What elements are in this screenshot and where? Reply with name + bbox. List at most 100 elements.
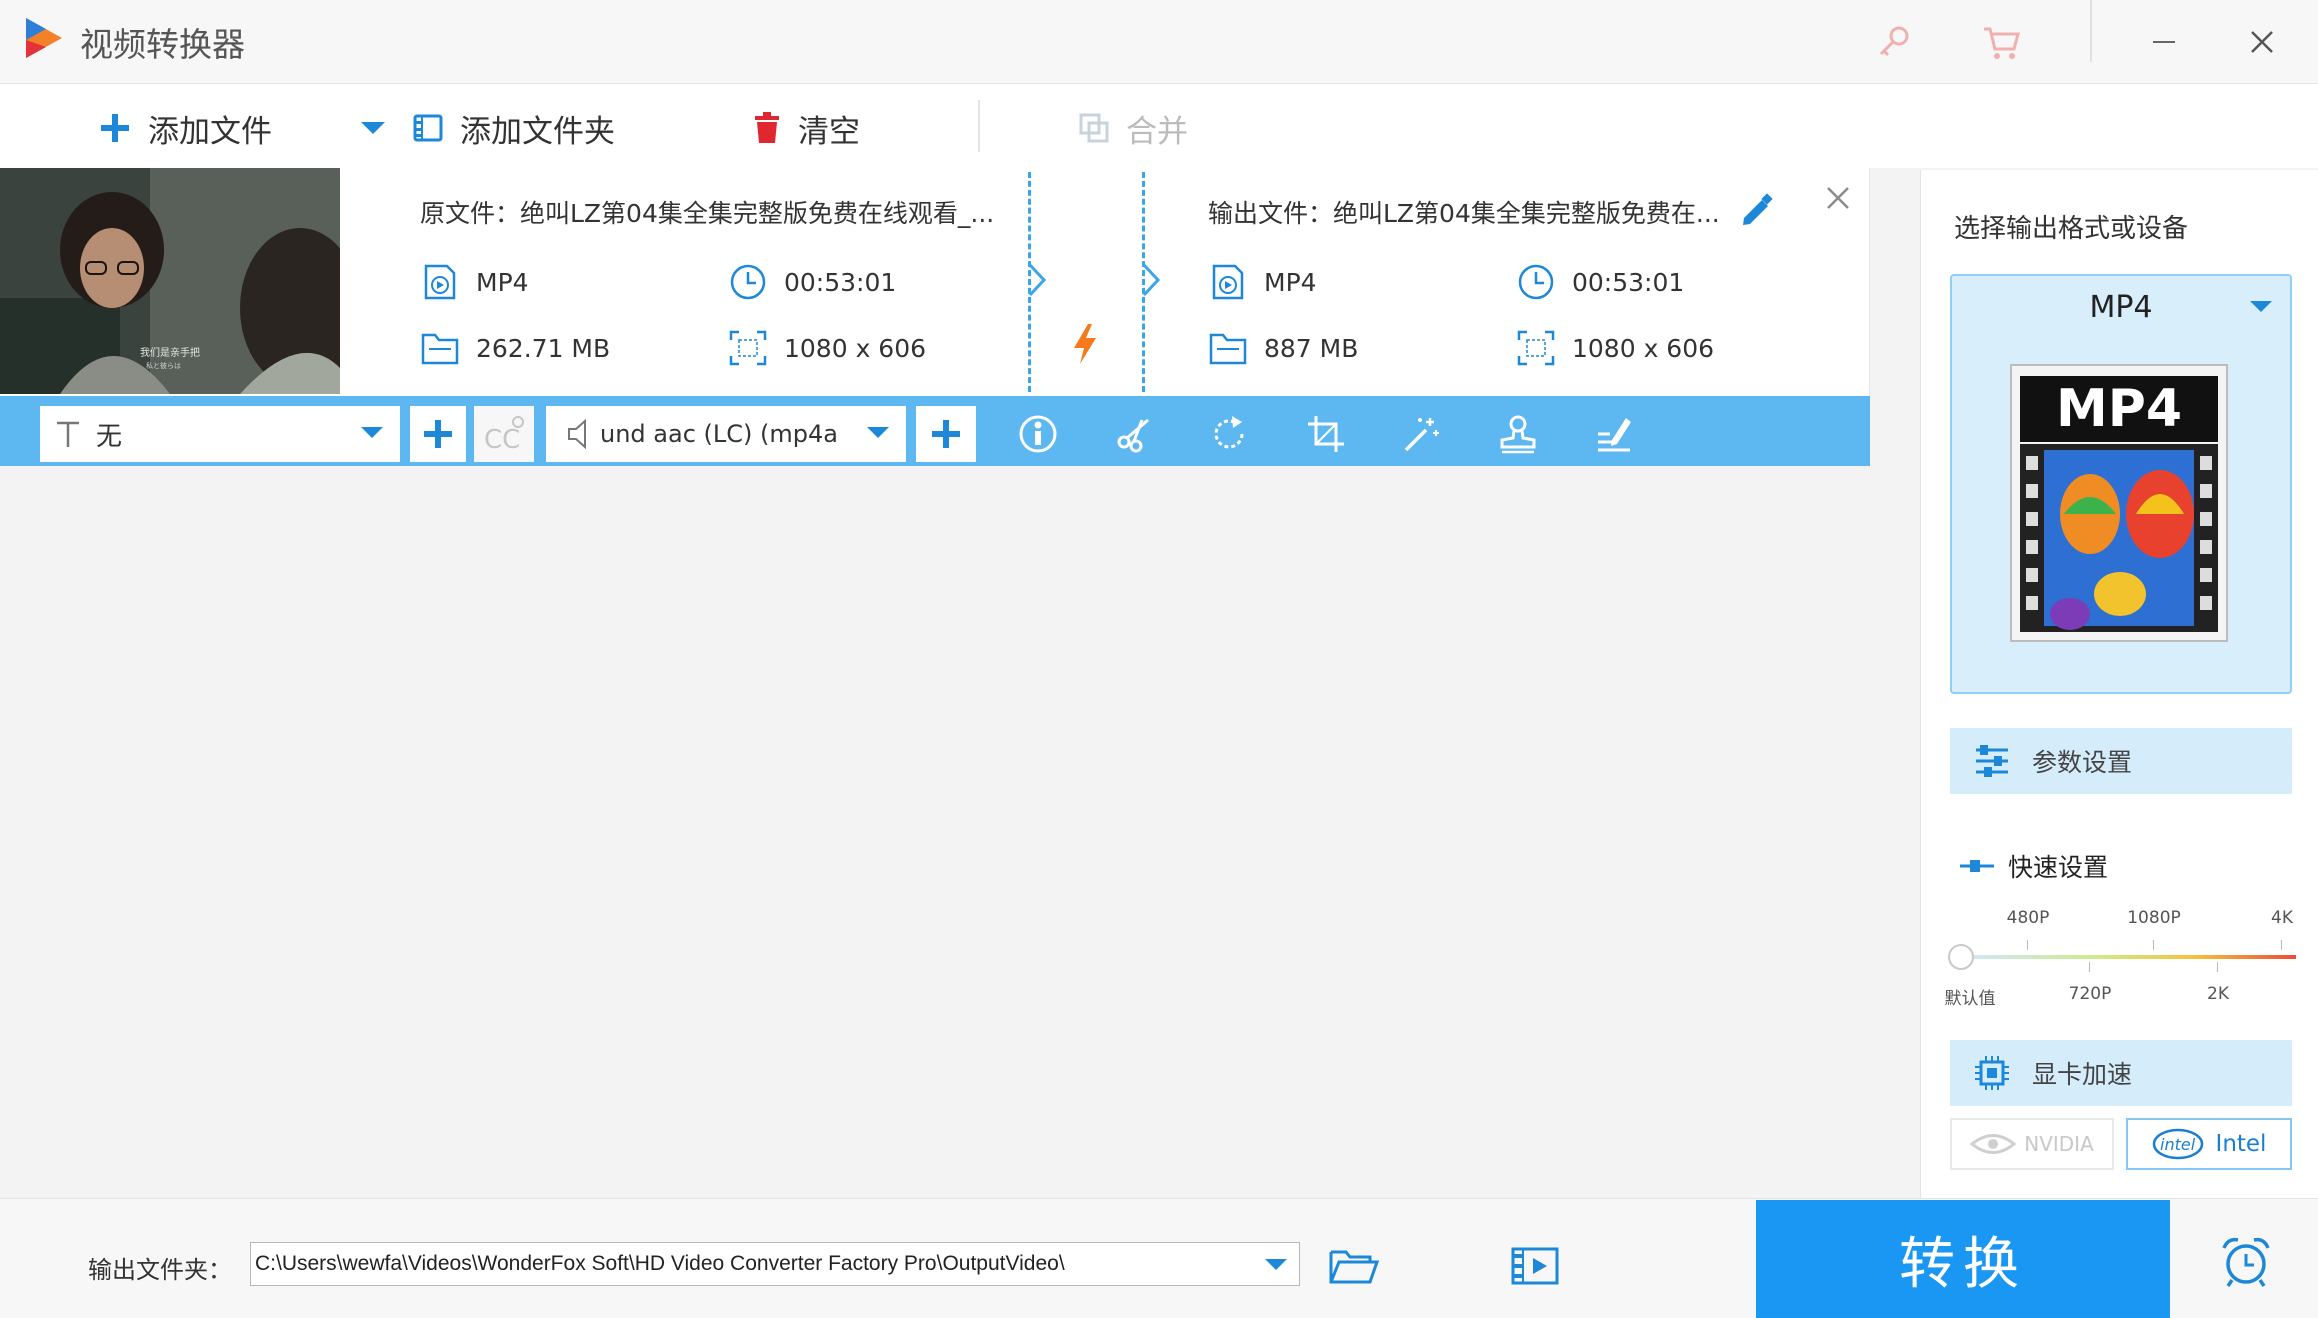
output-folder-combobox[interactable]: C:\Users\wewfa\Videos\WonderFox Soft\HD …: [250, 1242, 1300, 1286]
quality-slider-track[interactable]: [1960, 955, 2296, 959]
register-key-button[interactable]: [1866, 14, 1922, 70]
audio-track-select[interactable]: und aac (LC) (mp4a: [546, 406, 906, 462]
quality-label-default: 默认值: [1944, 989, 1996, 1009]
title-separator: [2090, 0, 2092, 62]
quality-tick: [2153, 940, 2154, 950]
merge-button[interactable]: 合并: [1078, 104, 1188, 152]
intel-button[interactable]: intel Intel: [2126, 1118, 2292, 1170]
video-folder-icon[interactable]: [1510, 1244, 1560, 1288]
clock-icon: [1516, 262, 1556, 302]
info-icon: [1019, 415, 1057, 453]
add-folder-button[interactable]: 添加文件夹: [412, 104, 615, 152]
chevron-right-icon: [1028, 263, 1047, 297]
caret-down-icon[interactable]: [1263, 1253, 1289, 1275]
minimize-button[interactable]: [2136, 14, 2192, 70]
cart-icon: [1984, 27, 2020, 59]
source-size: 262.71 MB: [476, 333, 611, 363]
output-size-row: 887 MB: [1208, 328, 1358, 368]
resolution-icon: [1516, 328, 1556, 368]
close-button[interactable]: [2234, 14, 2290, 70]
quick-settings-title: 快速设置: [1960, 848, 2108, 884]
rotate-button[interactable]: [1204, 408, 1256, 460]
parameter-settings-button[interactable]: 参数设置: [1950, 728, 2292, 794]
info-button[interactable]: [1012, 408, 1064, 460]
nvidia-eye-icon: [1970, 1134, 2017, 1154]
convert-button[interactable]: 转换: [1756, 1200, 2170, 1318]
video-file-icon: [1208, 262, 1248, 302]
resolution-icon: [728, 328, 768, 368]
cc-settings-button[interactable]: CC: [474, 406, 534, 462]
slider-icon: [1960, 856, 1994, 876]
quality-slider-knob[interactable]: [1948, 944, 1974, 970]
plus-icon: [932, 420, 960, 448]
add-file-button[interactable]: 添加文件: [98, 104, 272, 152]
subtitle-edit-button[interactable]: [1588, 408, 1640, 460]
film-folder-icon: [412, 112, 444, 144]
output-format-row: MP4: [1208, 262, 1317, 302]
mp4-format-icon: MP4: [2010, 364, 2228, 642]
subtitle-value: 无: [96, 421, 123, 452]
remove-item-icon[interactable]: [1820, 180, 1856, 216]
folder-icon: [1208, 328, 1248, 368]
output-size: 887 MB: [1264, 333, 1359, 363]
add-subtitle-button[interactable]: [410, 406, 466, 462]
quality-label-2k: 2K: [2207, 984, 2229, 1004]
source-filename: 原文件：绝叫LZ第04集全集完整版免费在线观看_...: [420, 199, 995, 228]
trim-button[interactable]: [1108, 408, 1160, 460]
speaker-icon: [568, 418, 586, 450]
quality-tick: [2089, 962, 2090, 972]
merge-icon: [1078, 112, 1110, 144]
output-folder-path: C:\Users\wewfa\Videos\WonderFox Soft\HD …: [255, 1252, 1065, 1275]
merge-label: 合并: [1126, 113, 1188, 150]
intel-logo-icon: intel: [2152, 1128, 2203, 1160]
quality-tick: [2217, 962, 2218, 972]
key-icon: [1879, 26, 1909, 57]
output-duration-row: 00:53:01: [1516, 262, 1684, 302]
source-duration: 00:53:01: [784, 267, 897, 297]
source-size-row: 262.71 MB: [420, 328, 610, 368]
crop-button[interactable]: [1300, 408, 1352, 460]
intel-label: Intel: [2215, 1131, 2267, 1157]
output-duration: 00:53:01: [1572, 267, 1685, 297]
lightning-icon[interactable]: [1068, 322, 1102, 366]
pencil-icon[interactable]: [1738, 192, 1774, 228]
folder-icon: [420, 328, 460, 368]
thumbnail-caption: 我们是亲手把: [140, 346, 200, 359]
format-heading: 选择输出格式或设备: [1954, 214, 2189, 244]
quality-label-1080p: 1080P: [2127, 908, 2181, 928]
svg-text:MP4: MP4: [2056, 379, 2182, 439]
closed-caption-icon: CC: [484, 416, 524, 454]
parameter-settings-label: 参数设置: [2032, 748, 2133, 777]
app-logo-icon: [26, 18, 62, 58]
app-title: 视频转换器: [80, 25, 245, 64]
magic-wand-icon: [1404, 418, 1439, 452]
output-filename: 输出文件：绝叫LZ第04集全集完整版免费在...: [1208, 199, 1720, 228]
add-audio-button[interactable]: [916, 406, 976, 462]
gpu-acceleration-button[interactable]: 显卡加速: [1950, 1040, 2292, 1106]
subtitle-select[interactable]: 无: [40, 406, 400, 462]
open-folder-icon[interactable]: [1328, 1244, 1380, 1288]
clear-button[interactable]: 清空: [752, 104, 860, 152]
trash-icon: [752, 111, 782, 145]
quick-settings-label: 快速设置: [2008, 853, 2109, 882]
chip-icon: [1974, 1055, 2010, 1091]
video-frame-image: 我们是亲手把 私と彼らは: [0, 168, 340, 394]
quality-tick: [2027, 940, 2028, 950]
buy-button[interactable]: [1974, 14, 2030, 70]
nvidia-button[interactable]: NVIDIA: [1950, 1118, 2114, 1170]
close-icon: [2251, 31, 2273, 53]
add-file-dropdown[interactable]: [356, 110, 390, 146]
audio-track-value: und aac (LC) (mp4a: [600, 420, 838, 448]
text-icon: [57, 421, 79, 447]
caret-down-icon: [361, 427, 383, 438]
watermark-button[interactable]: [1492, 408, 1544, 460]
caret-down-icon[interactable]: [2246, 292, 2276, 322]
video-thumbnail[interactable]: 我们是亲手把 私と彼らは: [0, 168, 340, 394]
format-name: MP4: [2089, 290, 2153, 325]
output-folder-label: 输出文件夹：: [88, 1256, 232, 1284]
add-file-label: 添加文件: [148, 113, 272, 150]
svg-text:CC: CC: [484, 425, 520, 454]
quality-label-4k: 4K: [2271, 908, 2293, 928]
effects-button[interactable]: [1396, 408, 1448, 460]
alarm-clock-icon[interactable]: [2218, 1234, 2274, 1290]
